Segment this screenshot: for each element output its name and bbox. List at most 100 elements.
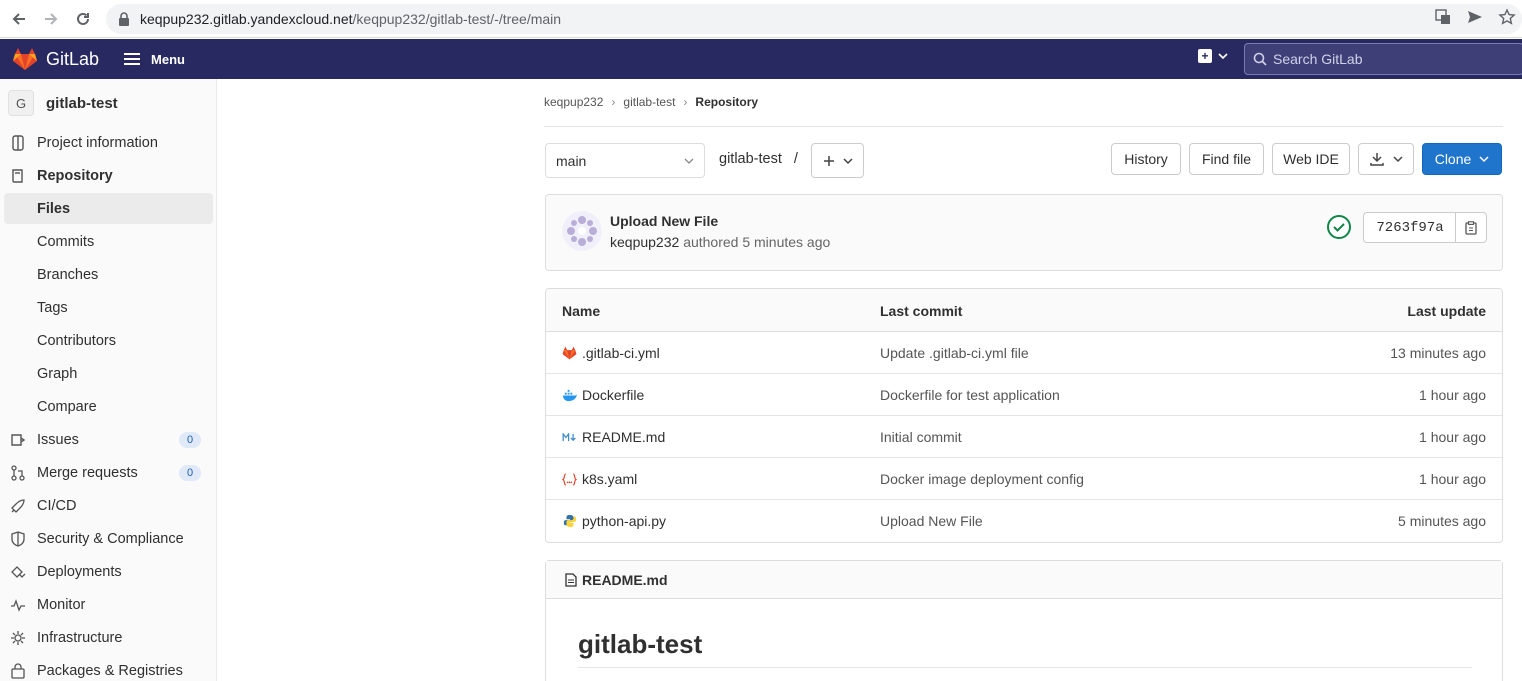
brand-name: GitLab: [46, 48, 100, 69]
file-last-commit[interactable]: Upload New File: [880, 513, 983, 529]
repo-path: gitlab-test /: [719, 151, 798, 167]
copy-sha-button[interactable]: [1455, 212, 1487, 243]
address-bar[interactable]: keqpup232.gitlab.yandexcloud.net/keqpup2…: [106, 4, 1522, 34]
readme-header: README.md: [546, 561, 1502, 599]
translate-icon[interactable]: [1434, 8, 1452, 26]
project-name: gitlab-test: [46, 94, 118, 112]
gitlab-home-link[interactable]: GitLab: [12, 47, 99, 71]
sidebar-item-label: Issues: [37, 431, 79, 448]
divider: [544, 126, 1503, 127]
send-icon[interactable]: [1466, 8, 1484, 26]
find-file-button[interactable]: Find file: [1189, 143, 1264, 175]
chevron-down-icon: [1479, 156, 1489, 163]
project-avatar: G: [8, 90, 34, 116]
file-last-update: 1 hour ago: [1419, 471, 1486, 487]
file-last-commit[interactable]: Docker image deployment config: [880, 471, 1084, 487]
sidebar-item-branches[interactable]: Branches: [4, 259, 213, 290]
sidebar-item-label: Contributors: [37, 332, 116, 349]
chevron-down-icon: [842, 157, 853, 164]
sidebar-item-commits[interactable]: Commits: [4, 226, 213, 257]
breadcrumb-current[interactable]: Repository: [695, 95, 758, 109]
repo-path-separator: /: [793, 151, 798, 167]
sidebar-item-compare[interactable]: Compare: [4, 391, 213, 422]
commit-meta: keqpup232 authored 5 minutes ago: [610, 234, 830, 250]
file-last-update: 13 minutes ago: [1390, 345, 1486, 361]
url-path: /keqpup232/gitlab-test/-/tree/main: [352, 11, 562, 27]
sidebar-item-label: Compare: [37, 398, 97, 415]
commit-sha[interactable]: 7263f97a: [1363, 212, 1456, 243]
avatar[interactable]: [562, 211, 602, 251]
sidebar-item-label: Security & Compliance: [37, 530, 184, 547]
file-name: k8s.yaml: [582, 471, 638, 487]
add-to-tree-dropdown[interactable]: [811, 143, 864, 178]
last-commit-panel: Upload New File keqpup232 authored 5 min…: [545, 194, 1503, 271]
url-host: keqpup232.gitlab.yandexcloud.net: [140, 11, 353, 27]
back-button[interactable]: [3, 3, 35, 35]
file-name: Dockerfile: [582, 387, 645, 403]
history-button[interactable]: History: [1111, 143, 1181, 175]
sidebar-item-files[interactable]: Files: [4, 193, 213, 224]
sidebar-item-deployments[interactable]: Deployments: [4, 556, 213, 587]
commit-title[interactable]: Upload New File: [610, 213, 718, 229]
clone-dropdown[interactable]: Clone: [1422, 143, 1502, 175]
branch-selector[interactable]: main: [545, 143, 705, 178]
file-link[interactable]: Dockerfile: [562, 387, 644, 403]
web-ide-button[interactable]: Web IDE: [1272, 143, 1350, 175]
sidebar-item-packages-registries[interactable]: Packages & Registries: [4, 655, 213, 681]
hamburger-icon: [124, 53, 141, 65]
file-last-commit[interactable]: Dockerfile for test application: [880, 387, 1060, 403]
chevron-right-icon: ›: [683, 95, 688, 109]
reload-button[interactable]: [67, 3, 99, 35]
search-placeholder: Search GitLab: [1273, 51, 1363, 67]
sidebar-item-infrastructure[interactable]: Infrastructure: [4, 622, 213, 653]
file-last-commit[interactable]: Initial commit: [880, 429, 962, 445]
sidebar-item-issues[interactable]: Issues 0: [4, 424, 213, 455]
gitlab-header: GitLab Menu + Search GitLab: [0, 39, 1522, 79]
file-last-update: 1 hour ago: [1419, 429, 1486, 445]
plus-square-icon: +: [1198, 49, 1212, 63]
sidebar-item-contributors[interactable]: Contributors: [4, 325, 213, 356]
file-last-commit[interactable]: Update .gitlab-ci.yml file: [880, 345, 1029, 361]
table-row: k8s.yaml Docker image deployment config …: [546, 458, 1502, 500]
issues-count-badge: 0: [179, 431, 201, 448]
forward-button[interactable]: [35, 3, 67, 35]
reload-icon: [77, 12, 89, 25]
sidebar-item-label: Infrastructure: [37, 629, 123, 646]
file-link[interactable]: k8s.yaml: [562, 471, 637, 487]
rocket-icon: [10, 498, 26, 514]
file-link[interactable]: README.md: [562, 429, 665, 445]
column-header-last-commit: Last commit: [880, 303, 963, 319]
issues-icon: [10, 432, 26, 448]
repo-path-root[interactable]: gitlab-test: [719, 151, 782, 167]
menu-button[interactable]: Menu: [123, 52, 185, 67]
sidebar-item-ci-cd[interactable]: CI/CD: [4, 490, 213, 521]
create-new-dropdown[interactable]: +: [1198, 49, 1228, 63]
sidebar-project-link[interactable]: G gitlab-test: [0, 79, 216, 127]
sidebar-item-monitor[interactable]: Monitor: [4, 589, 213, 620]
sidebar-item-graph[interactable]: Graph: [4, 358, 213, 389]
sidebar: G gitlab-test Project information Reposi…: [0, 79, 217, 681]
sidebar-item-label: Monitor: [37, 596, 86, 613]
readme-filename[interactable]: README.md: [582, 572, 668, 588]
download-dropdown[interactable]: [1358, 143, 1414, 175]
file-link[interactable]: .gitlab-ci.yml: [562, 345, 660, 361]
gitlab-icon: [562, 346, 577, 361]
pipeline-passed-icon[interactable]: [1326, 214, 1352, 240]
star-icon[interactable]: [1498, 8, 1516, 26]
sidebar-item-repository[interactable]: Repository: [4, 160, 213, 191]
sidebar-item-security-compliance[interactable]: Security & Compliance: [4, 523, 213, 554]
breadcrumb-project[interactable]: gitlab-test: [623, 95, 675, 109]
chevron-right-icon: ›: [611, 95, 616, 109]
branch-name: main: [556, 152, 587, 169]
sidebar-item-project-information[interactable]: Project information: [4, 127, 213, 158]
chevron-down-icon: [1218, 53, 1228, 60]
sidebar-item-tags[interactable]: Tags: [4, 292, 213, 323]
commit-author[interactable]: keqpup232: [610, 234, 679, 250]
column-header-name: Name: [562, 303, 601, 319]
sidebar-item-label: Packages & Registries: [37, 662, 183, 679]
search-input[interactable]: Search GitLab: [1244, 43, 1522, 75]
table-header: Name Last commit Last update: [546, 289, 1502, 332]
sidebar-item-merge-requests[interactable]: Merge requests 0: [4, 457, 213, 488]
file-link[interactable]: python-api.py: [562, 513, 666, 529]
breadcrumb-owner[interactable]: keqpup232: [544, 95, 603, 109]
